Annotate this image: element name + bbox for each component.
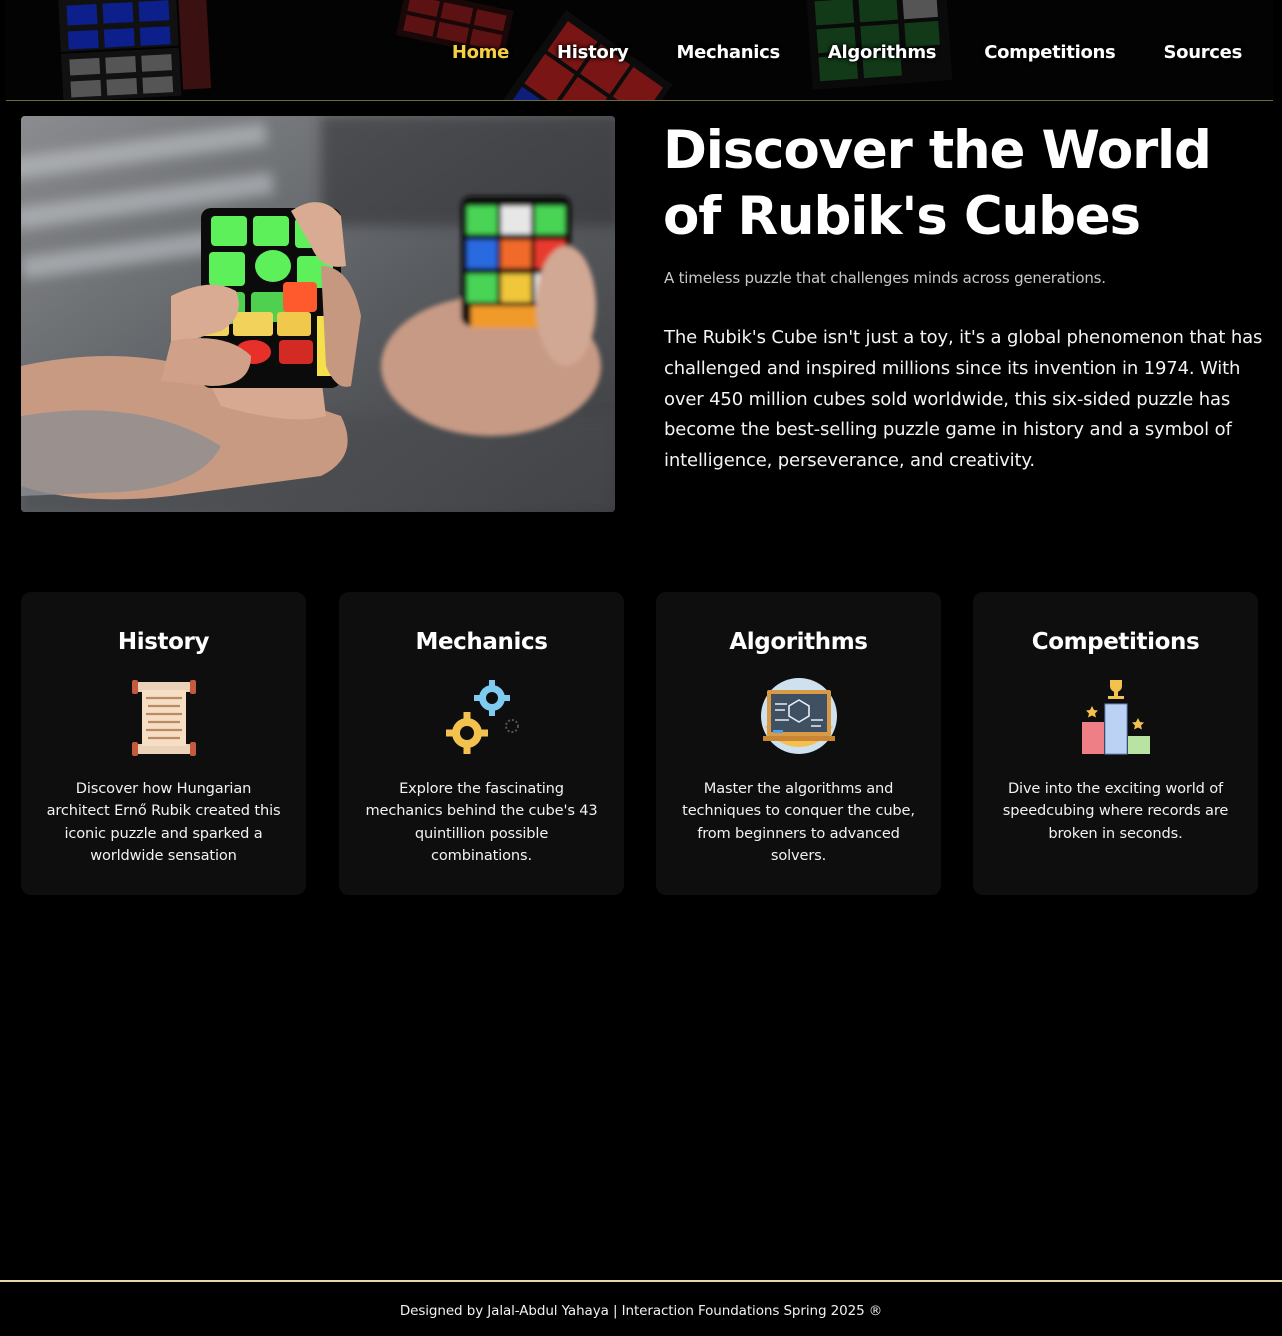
hero-image: [21, 116, 615, 512]
nav-mechanics-link[interactable]: Mechanics: [676, 36, 780, 70]
podium-icon: [1081, 680, 1150, 755]
card-text: Discover how Hungarian architect Ernő Ru…: [46, 780, 281, 865]
main-nav: Home History Mechanics Algorithms Compet…: [452, 36, 1242, 70]
card-title: History: [117, 629, 210, 655]
card-title: Mechanics: [415, 629, 548, 655]
site-footer: Designed by Jalal-Abdul Yahaya | Interac…: [0, 1280, 1282, 1336]
card-mechanics[interactable]: Mechanics Explore the fascinating mechan…: [339, 592, 624, 895]
nav-sources-link[interactable]: Sources: [1163, 36, 1242, 70]
nav-competitions-link[interactable]: Competitions: [984, 36, 1116, 70]
page: Home History Mechanics Algorithms Compet…: [0, 0, 1282, 1336]
card-history[interactable]: History Discover how Hungarian architect…: [21, 592, 306, 895]
card-competitions[interactable]: Competitions Dive into the exciting worl…: [973, 592, 1258, 895]
gears-icon: [445, 680, 519, 754]
card-algorithms[interactable]: Algorithms Master the algorithms and tec…: [656, 592, 941, 895]
card-text: Master the algorithms and techniques to …: [682, 780, 915, 865]
hero-body-text: The Rubik's Cube isn't just a toy, it's …: [664, 327, 1263, 472]
nav-history-link[interactable]: History: [557, 36, 629, 70]
nav-algorithms-link[interactable]: Algorithms: [828, 36, 937, 70]
scroll-icon: [131, 680, 196, 756]
footer-credit: Designed by Jalal-Abdul Yahaya | Interac…: [399, 1303, 883, 1319]
site-header: Home History Mechanics Algorithms Compet…: [6, 0, 1273, 101]
card-title: Competitions: [1031, 629, 1200, 655]
card-title: Algorithms: [729, 629, 868, 655]
card-text: Explore the fascinating mechanics behind…: [365, 780, 598, 865]
hero-title: Discover the World of Rubik's Cubes: [663, 120, 1212, 247]
nav-home-link[interactable]: Home: [452, 36, 510, 70]
hero-subtitle: A timeless puzzle that challenges minds …: [664, 269, 1106, 287]
card-text: Dive into the exciting world of speedcub…: [1002, 780, 1229, 842]
blackboard-icon: [760, 678, 837, 754]
